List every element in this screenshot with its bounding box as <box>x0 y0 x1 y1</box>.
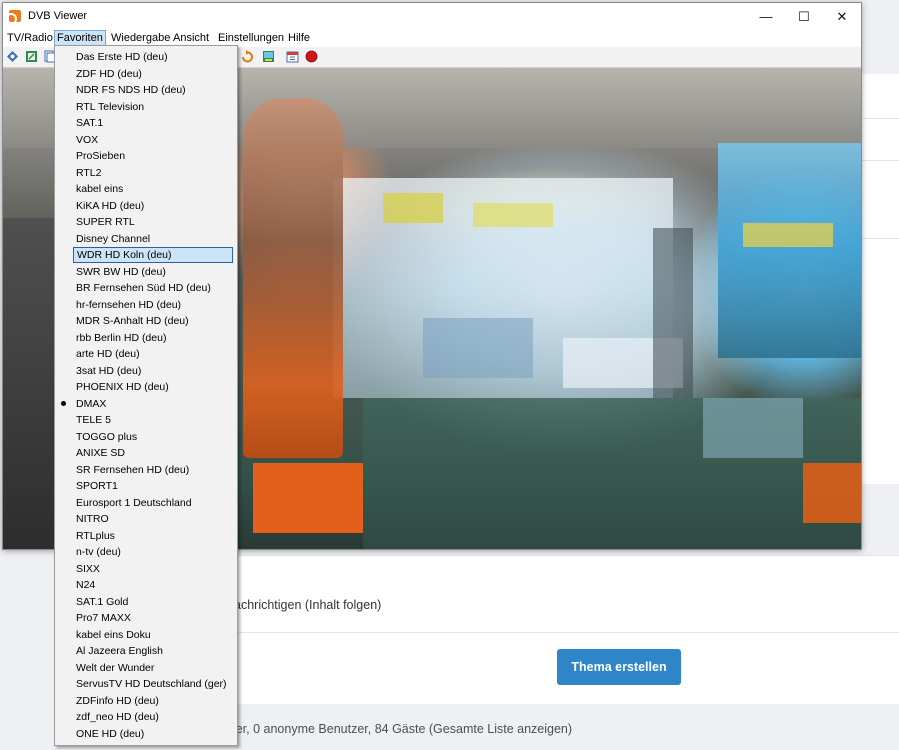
favorite-channel-item[interactable]: SAT.1 <box>73 115 233 131</box>
favorite-channel-item[interactable]: ZDF HD (deu) <box>73 66 233 82</box>
favorite-channel-item[interactable]: NITRO <box>73 511 233 527</box>
menu-einstellungen[interactable]: Einstellungen <box>216 31 286 46</box>
favorite-channel-item[interactable]: hr-fernsehen HD (deu) <box>73 297 233 313</box>
favorite-channel-item[interactable]: RTL Television <box>73 99 233 115</box>
title-bar[interactable]: DVB Viewer — ☐ ✕ <box>3 3 861 30</box>
favorite-channel-item[interactable]: Das Erste HD (deu) <box>73 49 233 65</box>
favorite-channel-item[interactable]: TELE 5 <box>73 412 233 428</box>
maximize-button[interactable]: ☐ <box>785 3 823 30</box>
favorite-channel-item[interactable]: DMAX <box>73 396 233 412</box>
favorite-channel-item[interactable]: ANIXE SD <box>73 445 233 461</box>
refresh-icon[interactable] <box>241 50 254 63</box>
record-icon[interactable] <box>305 50 318 63</box>
menu-tv-radio[interactable]: TV/Radio <box>5 31 55 46</box>
favorite-channel-item[interactable]: PHOENIX HD (deu) <box>73 379 233 395</box>
favorite-channel-item[interactable]: kabel eins Doku <box>73 627 233 643</box>
favorite-channel-item[interactable]: SPORT1 <box>73 478 233 494</box>
close-button[interactable]: ✕ <box>823 3 861 30</box>
create-topic-button[interactable]: Thema erstellen <box>557 649 681 685</box>
favorite-channel-item[interactable]: SR Fernsehen HD (deu) <box>73 462 233 478</box>
favorite-channel-item[interactable]: ServusTV HD Deutschland (ger) <box>73 676 233 692</box>
favorite-channel-item[interactable]: SWR BW HD (deu) <box>73 264 233 280</box>
menu-hilfe[interactable]: Hilfe <box>286 31 312 46</box>
favorite-channel-item[interactable]: SUPER RTL <box>73 214 233 230</box>
favorite-channel-item[interactable]: BR Fernsehen Süd HD (deu) <box>73 280 233 296</box>
favorite-channel-item[interactable]: SAT.1 Gold <box>73 594 233 610</box>
favorite-channel-item[interactable]: SIXX <box>73 561 233 577</box>
favorite-channel-item[interactable]: rbb Berlin HD (deu) <box>73 330 233 346</box>
dvb-viewer-app-icon <box>9 10 21 22</box>
favorite-channel-item[interactable]: Al Jazeera English <box>73 643 233 659</box>
favorite-channel-item[interactable]: RTL2 <box>73 165 233 181</box>
favorite-channel-item[interactable]: arte HD (deu) <box>73 346 233 362</box>
window-title: DVB Viewer <box>28 10 88 22</box>
home-icon[interactable] <box>6 50 19 63</box>
favorite-channel-item[interactable]: zdf_neo HD (deu) <box>73 709 233 725</box>
notify-option-text[interactable]: achrichtigen (Inhalt folgen) <box>234 598 381 612</box>
favorite-channel-item[interactable]: MDR S-Anhalt HD (deu) <box>73 313 233 329</box>
divider <box>226 632 899 633</box>
online-users-footer: tzer, 0 anonyme Benutzer, 84 Gäste (Gesa… <box>226 722 573 736</box>
favorite-channel-item[interactable]: TOGGO plus <box>73 429 233 445</box>
checked-bullet-icon <box>61 401 66 406</box>
favorite-channel-item[interactable]: NDR FS NDS HD (deu) <box>73 82 233 98</box>
favorite-channel-item[interactable]: Eurosport 1 Deutschland <box>73 495 233 511</box>
menu-ansicht[interactable]: Ansicht <box>171 31 211 46</box>
favorite-channel-item[interactable]: VOX <box>73 132 233 148</box>
favorite-channel-item[interactable]: ZDFinfo HD (deu) <box>73 693 233 709</box>
favorite-channel-item[interactable]: Disney Channel <box>73 231 233 247</box>
favorite-channel-item[interactable]: WDR HD Koln (deu) <box>73 247 233 263</box>
favorite-channel-item[interactable]: 3sat HD (deu) <box>73 363 233 379</box>
favorite-channel-item[interactable]: ProSieben <box>73 148 233 164</box>
minimize-button[interactable]: — <box>747 3 785 30</box>
record-list-icon[interactable] <box>262 50 275 63</box>
favorite-channel-item[interactable]: kabel eins <box>73 181 233 197</box>
menu-wiedergabe[interactable]: Wiedergabe <box>109 31 172 46</box>
edit-icon[interactable] <box>25 50 38 63</box>
favorite-channel-item[interactable]: ONE HD (deu) <box>73 726 233 742</box>
favorite-channel-item[interactable]: Pro7 MAXX <box>73 610 233 626</box>
content-card-main: achrichtigen (Inhalt folgen) Thema erste… <box>226 555 899 704</box>
schedule-icon[interactable] <box>286 50 299 63</box>
favorite-channel-item[interactable]: RTLplus <box>73 528 233 544</box>
favorite-channel-item[interactable]: KiKA HD (deu) <box>73 198 233 214</box>
favoriten-dropdown-menu: Das Erste HD (deu) ZDF HD (deu) NDR FS NDS… <box>54 45 238 746</box>
favorite-channel-item[interactable]: n-tv (deu) <box>73 544 233 560</box>
favorite-channel-item[interactable]: Welt der Wunder <box>73 660 233 676</box>
favorite-channel-item[interactable]: N24 <box>73 577 233 593</box>
